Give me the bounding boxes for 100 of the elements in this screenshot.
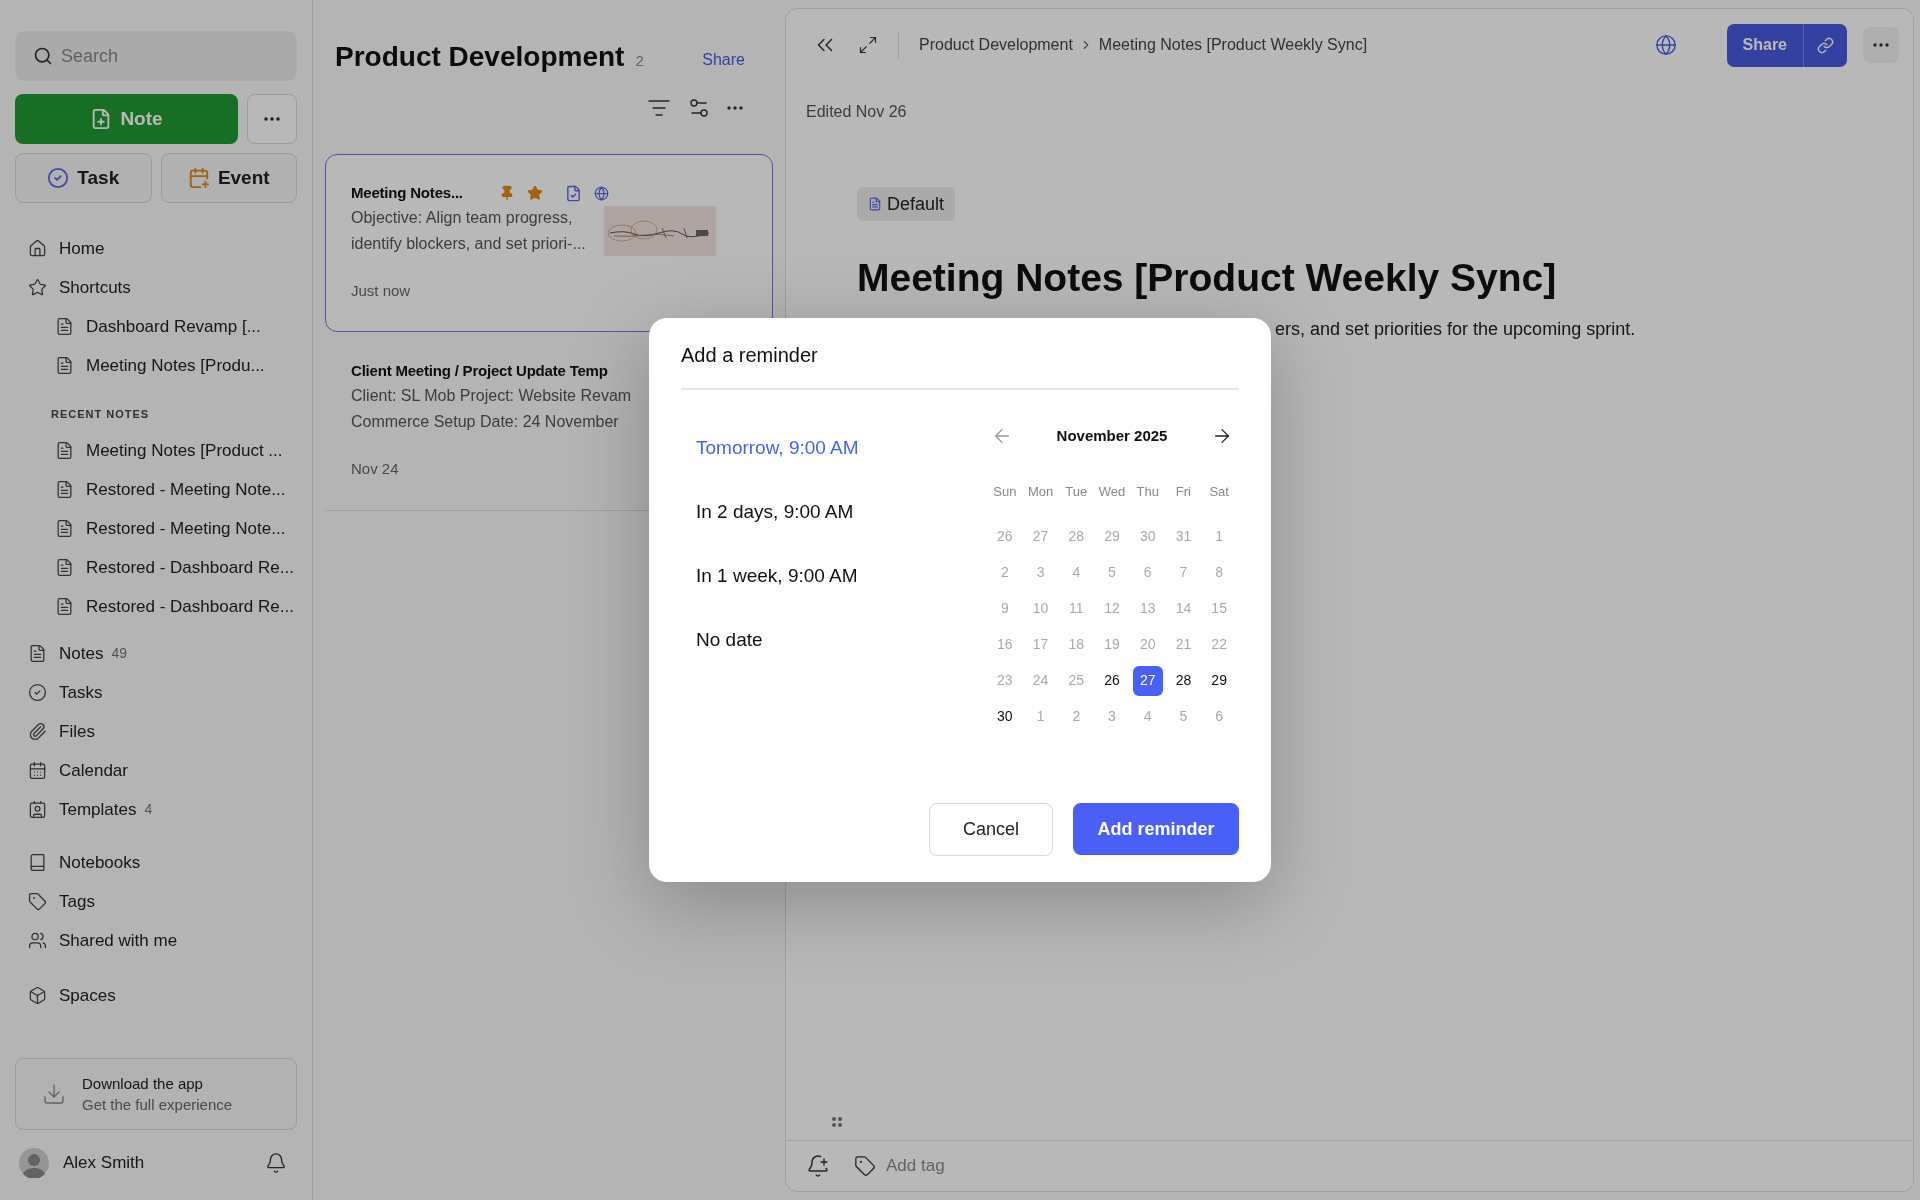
note-icon — [55, 441, 74, 460]
note-time: Just now — [351, 282, 411, 299]
new-note-button[interactable]: Note — [15, 94, 238, 144]
sidebar-item[interactable]: Shared with me — [59, 927, 178, 954]
cancel-button[interactable]: Cancel — [929, 803, 1053, 856]
sidebar-item[interactable]: Tasks — [59, 679, 103, 706]
note-title: Meeting Notes [Product Weekly Sync] — [857, 256, 1557, 299]
check-circle-icon — [47, 167, 70, 189]
note-count: 2 — [635, 51, 644, 71]
sidebar-item[interactable]: Notes — [59, 640, 104, 667]
calendar-plus-icon — [187, 167, 210, 189]
people-icon — [28, 931, 47, 950]
check-circle-icon — [28, 683, 47, 702]
sidebar-item[interactable]: Home — [59, 235, 105, 262]
reminder-option[interactable]: In 1 week, 9:00 AM — [696, 564, 971, 588]
weekday-label: Wed — [1097, 483, 1127, 501]
sidebar-item[interactable]: Restored - Dashboard Re... — [86, 554, 294, 581]
sidebar-item[interactable]: Spaces — [59, 982, 116, 1009]
notebook-title: Product Development — [335, 40, 625, 74]
note-icon — [868, 197, 882, 211]
star-icon — [28, 278, 47, 297]
note-card[interactable]: Meeting Notes... Objective: Align team progress, identify blockers, and set priori-... Just now — [325, 154, 773, 332]
sidebar-item[interactable]: Meeting Notes [Produ... — [86, 352, 265, 379]
calendar-day[interactable]: 26 — [1097, 665, 1127, 696]
download-subtitle: Get the full experience — [82, 1095, 233, 1115]
tag-icon — [28, 892, 47, 911]
calendar-day[interactable]: 30 — [989, 701, 1020, 732]
new-event-button[interactable]: Event — [160, 153, 297, 203]
dialog-title: Add a reminder — [681, 343, 819, 368]
drag-handle-icon[interactable] — [831, 1116, 843, 1128]
search-field[interactable]: Search — [15, 31, 297, 81]
add-reminder-button[interactable]: Add reminder — [1073, 803, 1239, 855]
month-label: November 2025 — [1056, 425, 1168, 446]
sidebar-item[interactable]: Files — [59, 718, 95, 745]
more-icon — [1873, 43, 1889, 47]
note-icon — [55, 317, 74, 336]
note-icon — [55, 356, 74, 375]
bell-plus-icon[interactable] — [806, 1154, 830, 1178]
reminder-option[interactable]: Tomorrow, 9:00 AM — [696, 436, 971, 460]
user-name: Alex Smith — [63, 1152, 146, 1175]
more-icon[interactable] — [727, 106, 743, 110]
more-button[interactable] — [1863, 27, 1899, 63]
search-icon — [33, 46, 53, 66]
notebook-tag[interactable]: Default — [857, 187, 956, 221]
share-link[interactable]: Share — [702, 48, 745, 72]
book-icon — [28, 853, 47, 872]
breadcrumb-link[interactable]: Meeting Notes [Product Weekly Sync] — [1098, 33, 1368, 57]
download-card[interactable]: Download the app Get the full experience — [15, 1058, 297, 1130]
sidebar-item[interactable]: Notebooks — [59, 849, 141, 876]
calendar-icon — [28, 761, 47, 780]
edited-date: Edited Nov 26 — [806, 103, 907, 120]
home-icon — [28, 239, 47, 258]
section-heading: RECENT NOTES — [51, 408, 150, 420]
note-title: Meeting Notes... — [351, 182, 463, 203]
calendar-day[interactable]: 29 — [1204, 665, 1235, 696]
note-icon — [28, 644, 47, 663]
note-body: ers, and set priorities for the upcoming sprint. — [1275, 318, 1636, 339]
note-preview: Objective: Align team progress, — [351, 208, 574, 228]
link-icon — [1817, 36, 1834, 54]
weekday-label: Mon — [1026, 483, 1055, 501]
weekday-label: Tue — [1064, 483, 1089, 501]
template-icon — [28, 800, 47, 819]
note-title: Client Meeting / Project Update Temp — [351, 360, 608, 381]
note-time: Nov 24 — [351, 460, 399, 477]
note-icon — [55, 558, 74, 577]
note-icon — [55, 519, 74, 538]
sidebar-item[interactable]: Tags — [59, 888, 95, 915]
paperclip-icon — [28, 722, 47, 741]
reminder-option[interactable]: In 2 days, 9:00 AM — [696, 500, 971, 524]
sidebar-item[interactable]: Calendar — [59, 757, 128, 784]
sidebar-item[interactable]: Dashboard Revamp [... — [86, 313, 261, 340]
item-count: 4 — [144, 800, 153, 819]
avatar[interactable] — [19, 1148, 49, 1178]
calendar-day[interactable]: 27 — [1132, 665, 1163, 696]
sidebar-item[interactable]: Shortcuts — [59, 274, 131, 301]
note-preview: Commerce Setup Date: 24 November — [351, 412, 620, 432]
sidebar-item[interactable]: Meeting Notes [Product ... — [86, 437, 283, 464]
more-icon — [264, 117, 280, 121]
expand-icon[interactable] — [858, 35, 878, 55]
sidebar-item[interactable]: Templates — [59, 796, 137, 823]
download-title: Download the app — [82, 1074, 204, 1094]
note-preview: Client: SL Mob Project: Website Revam — [351, 386, 632, 406]
calendar-day[interactable]: 28 — [1168, 665, 1199, 696]
weekday-label: Sat — [1208, 483, 1230, 501]
weekday-label: Fri — [1174, 483, 1192, 501]
add-tag-field[interactable]: Add tag — [886, 1153, 945, 1179]
tag-icon[interactable] — [854, 1155, 876, 1177]
weekday-label: Sun — [992, 483, 1018, 501]
new-task-button[interactable]: Task — [15, 153, 152, 203]
sidebar-item[interactable]: Restored - Meeting Note... — [86, 515, 286, 542]
breadcrumb-link[interactable]: Product Development — [919, 33, 1073, 57]
bell-icon[interactable] — [265, 1152, 287, 1174]
globe-icon[interactable] — [1654, 34, 1677, 56]
sidebar-item[interactable]: Restored - Meeting Note... — [86, 476, 286, 503]
weekday-label: Thu — [1135, 483, 1160, 501]
note-icon — [55, 480, 74, 499]
sidebar-item[interactable]: Restored - Dashboard Re... — [86, 593, 294, 620]
reminder-option[interactable]: No date — [696, 628, 971, 652]
sliders-icon[interactable] — [687, 96, 711, 120]
item-count: 49 — [111, 644, 127, 663]
